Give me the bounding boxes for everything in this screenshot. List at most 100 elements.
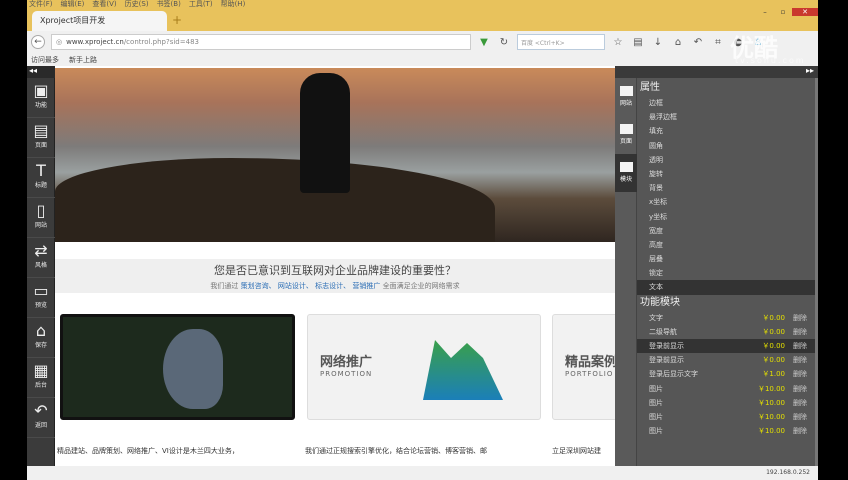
search-input[interactable]: 百度 <Ctrl+K> xyxy=(517,34,605,50)
delete-button[interactable]: 删除 xyxy=(785,339,815,353)
attribute-item[interactable]: 透明 xyxy=(637,153,815,167)
attribute-item[interactable]: 文本 xyxy=(637,280,815,295)
star-icon[interactable]: ☆ xyxy=(611,37,625,48)
delete-button[interactable]: 删除 xyxy=(785,353,815,367)
clipboard-icon[interactable]: ▤ xyxy=(631,37,645,48)
expand-panel-button[interactable]: ▸▸ xyxy=(615,66,818,78)
tab-bar: Xproject项目开发 + – ▫ ✕ xyxy=(27,8,818,31)
return-icon: ↶ xyxy=(34,401,48,420)
module-row[interactable]: 图片 ￥10.00 删除 xyxy=(637,382,815,396)
module-row[interactable]: 图片 ￥10.00 删除 xyxy=(637,424,815,438)
portfolio-title: 精品案例 xyxy=(565,355,618,370)
menu-item[interactable]: 历史(S) xyxy=(125,0,149,8)
module-price: ￥0.00 xyxy=(762,313,785,322)
url-host: www.xproject.cn xyxy=(66,38,124,46)
parrot-image xyxy=(163,329,223,409)
module-price: ￥0.00 xyxy=(762,327,785,336)
intro-band[interactable]: 您是否已意识到互联网对企业品牌建设的重要性？ 我们通过 策划咨询、 网站设计、 … xyxy=(55,259,615,293)
module-row[interactable]: 图片 ￥10.00 删除 xyxy=(637,396,815,410)
parrot-image-card[interactable] xyxy=(60,314,295,420)
download-icon[interactable]: ↓ xyxy=(651,37,665,48)
tool-preview[interactable]: ▭ 预览 xyxy=(27,278,55,318)
tab-label: 页面 xyxy=(619,138,632,145)
attribute-item[interactable]: 填充 xyxy=(637,124,815,138)
panel-scrollbar[interactable] xyxy=(815,78,818,466)
text-icon: T xyxy=(36,161,46,180)
back-button[interactable]: ← xyxy=(31,35,45,49)
tool-text[interactable]: T 标题 xyxy=(27,158,55,198)
module-price: ￥0.00 xyxy=(762,342,785,350)
tool-label: 返回 xyxy=(34,422,47,429)
bookmark-most-visited[interactable]: 访问最多 xyxy=(31,55,59,64)
shield-icon[interactable]: ▼ xyxy=(477,37,491,48)
delete-button[interactable]: 删除 xyxy=(785,367,815,381)
attribute-item[interactable]: 层叠 xyxy=(637,252,815,266)
delete-button[interactable]: 删除 xyxy=(785,410,815,424)
attribute-item[interactable]: 高度 xyxy=(637,238,815,252)
hero-image[interactable] xyxy=(55,68,615,242)
attribute-item[interactable]: y坐标 xyxy=(637,210,815,224)
tool-feature[interactable]: ▣ 功能 xyxy=(27,78,55,118)
menu-item[interactable]: 帮助(H) xyxy=(221,0,246,8)
tool-backend[interactable]: ▦ 后台 xyxy=(27,358,55,398)
desc-text-2: 我们通过正规搜索引擎优化，结合论坛营销、博客营销、邮 xyxy=(305,447,487,455)
maximize-button[interactable]: ▫ xyxy=(774,8,792,16)
attribute-item[interactable]: 边框 xyxy=(637,96,815,110)
portfolio-card[interactable]: 精品案例 PORTFOLIO xyxy=(552,314,622,420)
new-tab-button[interactable]: + xyxy=(172,13,182,27)
module-row[interactable]: 图片 ￥10.00 删除 xyxy=(637,410,815,424)
tool-label: 标题 xyxy=(34,182,47,189)
delete-button[interactable]: 删除 xyxy=(785,396,815,410)
tool-document[interactable]: ▯ 网站 xyxy=(27,198,55,238)
link-logo-design[interactable]: 标志设计、 xyxy=(315,282,350,290)
home-icon[interactable]: ⌂ xyxy=(671,37,685,48)
address-bar[interactable]: ◎ www.xproject.cn/control.php?sid=483 xyxy=(51,34,471,50)
close-button[interactable]: ✕ xyxy=(792,8,818,16)
minimize-button[interactable]: – xyxy=(756,8,774,16)
tool-return[interactable]: ↶ 返回 xyxy=(27,398,55,438)
attribute-item[interactable]: 背景 xyxy=(637,181,815,195)
panel-tab[interactable]: 页面 xyxy=(615,116,637,154)
link-marketing[interactable]: 营销推广 xyxy=(352,282,380,290)
module-row[interactable]: 登录后显示文字 ￥1.00 删除 xyxy=(637,367,815,381)
collapse-left-button[interactable]: ◂◂ xyxy=(27,66,55,78)
module-name: 文字 xyxy=(649,313,663,322)
attribute-item[interactable]: 宽度 xyxy=(637,224,815,238)
delete-button[interactable]: 删除 xyxy=(785,424,815,438)
tool-style[interactable]: ⇄ 风格 xyxy=(27,238,55,278)
menu-item[interactable]: 查看(V) xyxy=(92,0,116,8)
module-row[interactable]: 二级导航 ￥0.00 删除 xyxy=(637,325,815,339)
menu-item[interactable]: 编辑(E) xyxy=(61,0,85,8)
menu-item[interactable]: 书签(B) xyxy=(157,0,181,8)
link-web-design[interactable]: 网站设计、 xyxy=(278,282,313,290)
undo-icon[interactable]: ↶ xyxy=(691,37,705,48)
rock-shape xyxy=(55,158,495,242)
panel-tab[interactable]: 模块 xyxy=(615,154,637,192)
attribute-item[interactable]: 锁定 xyxy=(637,266,815,280)
reload-icon[interactable]: ↻ xyxy=(497,37,511,48)
attribute-item[interactable]: 圆角 xyxy=(637,139,815,153)
delete-button[interactable]: 删除 xyxy=(785,325,815,339)
panel-tab[interactable]: 网站 xyxy=(615,78,637,116)
attribute-item[interactable]: x坐标 xyxy=(637,195,815,209)
module-row[interactable]: 登录前显示 ￥0.00 删除 xyxy=(637,339,815,354)
attribute-item[interactable]: 悬浮边框 xyxy=(637,110,815,124)
menu-item[interactable]: 工具(T) xyxy=(189,0,213,8)
module-name: 登录后显示文字 xyxy=(649,370,698,379)
module-row[interactable]: 文字 ￥0.00 删除 xyxy=(637,311,815,325)
link-planning[interactable]: 策划咨询、 xyxy=(241,282,276,290)
nav-bar: ← ◎ www.xproject.cn/control.php?sid=483 ▼… xyxy=(27,31,818,53)
promotion-subtitle: PROMOTION xyxy=(320,370,373,378)
tool-page[interactable]: ▤ 页面 xyxy=(27,118,55,158)
attribute-item[interactable]: 旋转 xyxy=(637,167,815,181)
promotion-card[interactable]: 网络推广 PROMOTION xyxy=(307,314,541,420)
module-name: 图片 xyxy=(649,398,663,407)
tool-save[interactable]: ⌂ 保存 xyxy=(27,318,55,358)
delete-button[interactable]: 删除 xyxy=(785,311,815,325)
module-row[interactable]: 登录前显示 ￥0.00 删除 xyxy=(637,353,815,367)
browser-tab[interactable]: Xproject项目开发 xyxy=(32,11,167,31)
bookmark-getting-started[interactable]: 新手上路 xyxy=(69,55,97,64)
delete-button[interactable]: 删除 xyxy=(785,382,815,396)
menu-item[interactable]: 文件(F) xyxy=(29,0,53,8)
crop-icon[interactable]: ⌗ xyxy=(711,37,725,48)
